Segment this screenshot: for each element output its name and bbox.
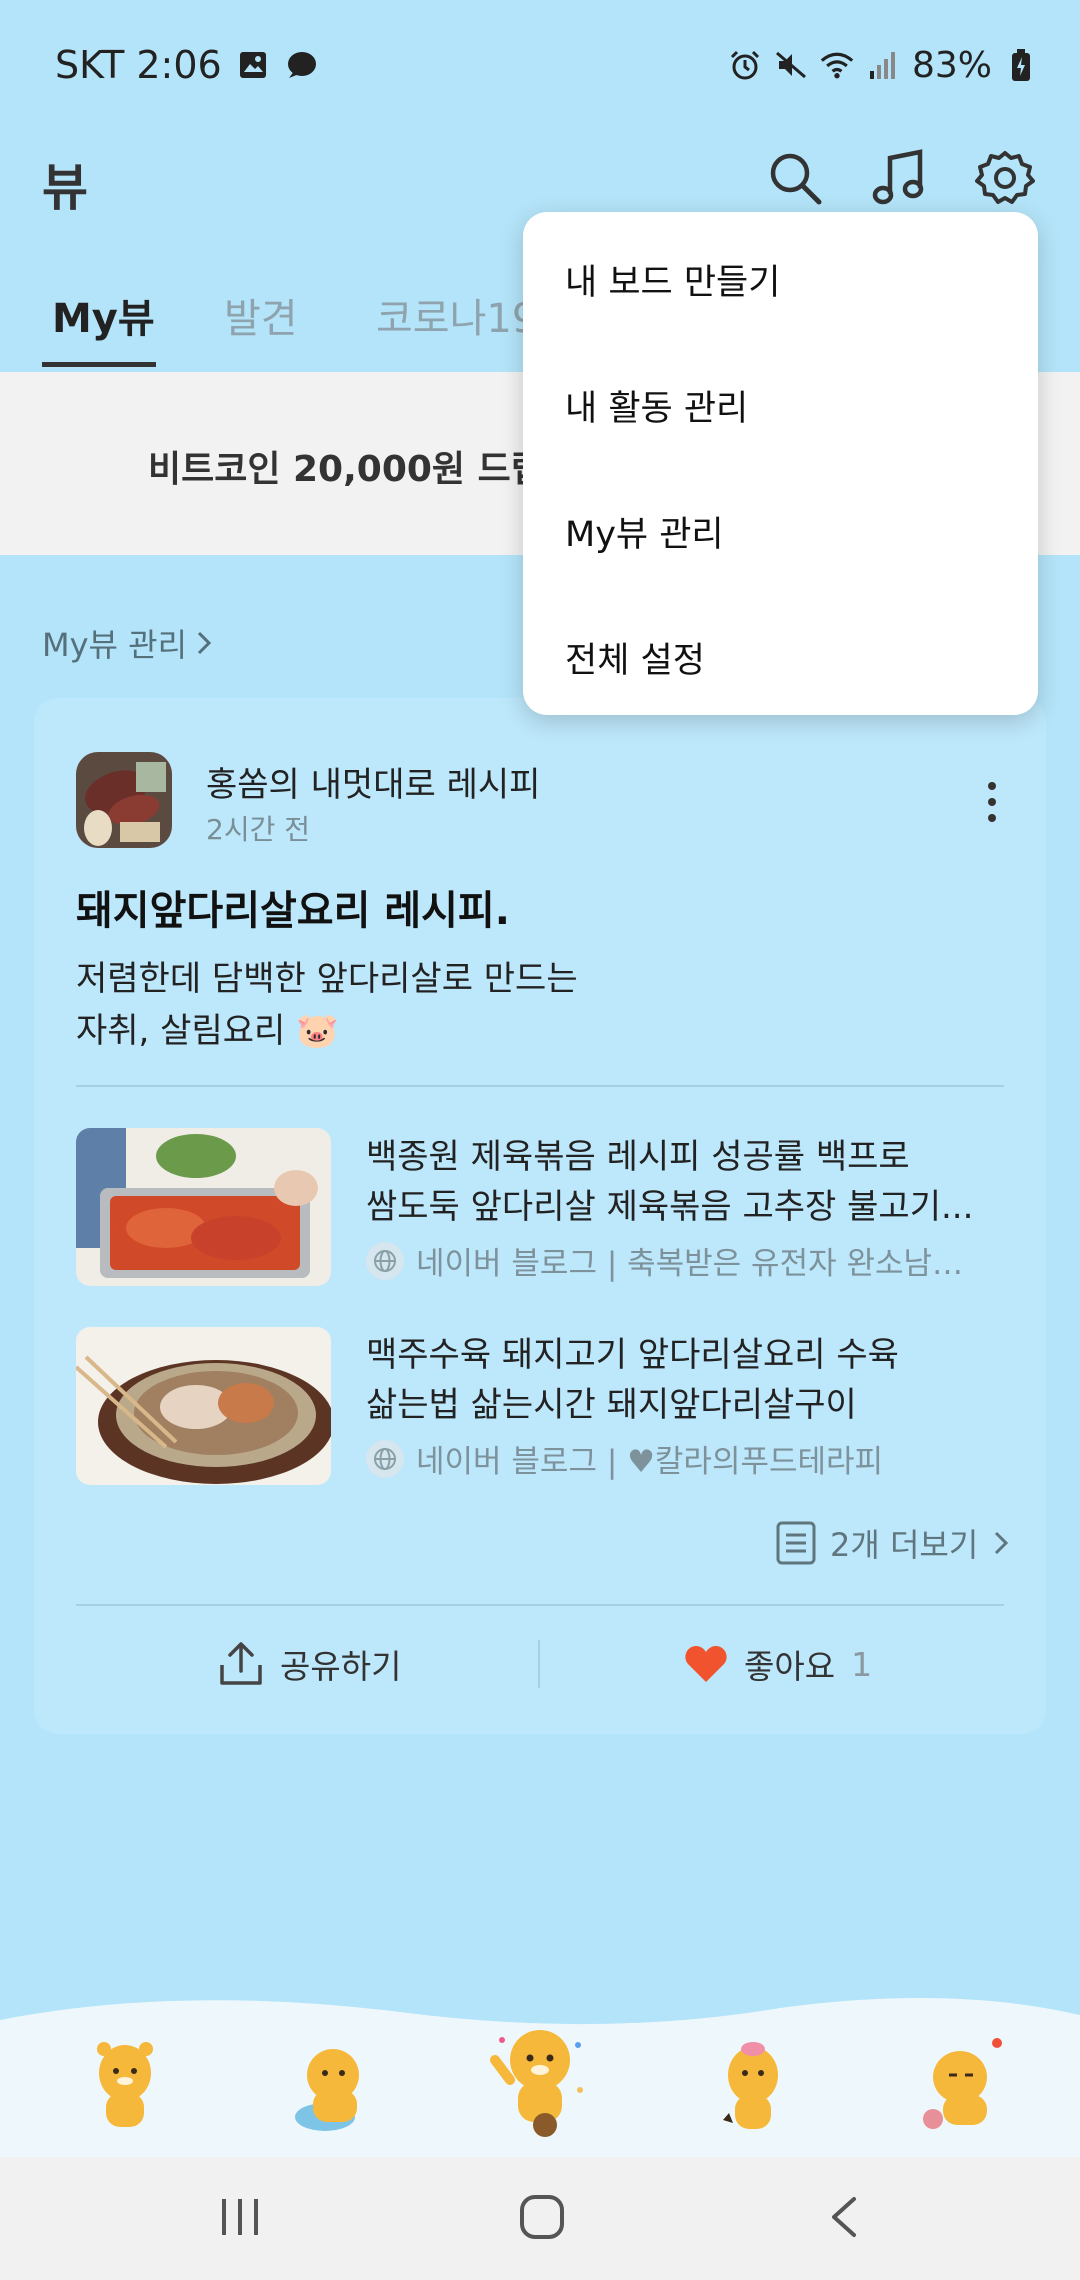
settings-icon[interactable] <box>975 148 1035 208</box>
card-desc-line1: 저렴한데 담백한 앞다리살로 만드는 <box>76 959 578 999</box>
menu-item-create-board[interactable]: 내 보드 만들기 <box>565 254 780 305</box>
chat-bubble-icon <box>284 48 318 82</box>
source-avatar[interactable] <box>76 752 172 848</box>
show-more-link[interactable]: 2개 더보기 <box>776 1520 1010 1566</box>
related-title-1[interactable]: 백종원 제육볶음 레시피 성공률 백프로 쌈도둑 앞다리살 제육볶음 고추장 불… <box>366 1132 1006 1232</box>
share-button[interactable]: 공유하기 <box>218 1640 401 1688</box>
status-left: SKT 2:06 <box>55 40 318 90</box>
back-icon[interactable] <box>826 2195 862 2239</box>
chevron-right-icon <box>197 631 212 655</box>
divider <box>76 1604 1004 1606</box>
battery-icon <box>1004 48 1038 82</box>
related-thumbnail-1[interactable] <box>76 1128 331 1286</box>
globe-icon <box>366 1439 404 1478</box>
mute-icon <box>774 48 808 82</box>
like-count: 1 <box>851 1644 873 1684</box>
related-title-2-line2: 삶는법 삶는시간 돼지앞다리살구이 <box>366 1385 857 1425</box>
character-1[interactable] <box>80 2035 170 2135</box>
related-meta-2-text: 네이버 블로그 | ♥칼라의푸드테라피 <box>416 1444 884 1480</box>
divider <box>76 1085 1004 1087</box>
tab-myview[interactable]: My뷰 <box>52 286 155 344</box>
list-icon <box>776 1521 816 1565</box>
share-icon <box>220 1642 262 1685</box>
menu-item-myview-manage[interactable]: My뷰 관리 <box>565 506 724 557</box>
myview-manage-link[interactable]: My뷰 관리 <box>42 620 213 666</box>
related-meta-2: 네이버 블로그 | ♥칼라의푸드테라피 <box>366 1436 986 1481</box>
related-title-2[interactable]: 맥주수육 돼지고기 앞다리살요리 수육 삶는법 삶는시간 돼지앞다리살구이 <box>366 1330 1006 1430</box>
system-nav-bar <box>0 2157 1080 2280</box>
signal-icon <box>866 48 900 82</box>
chevron-right-icon <box>995 1531 1009 1555</box>
wifi-icon <box>820 48 854 82</box>
search-icon[interactable] <box>765 148 825 208</box>
tab-indicator <box>42 362 156 367</box>
recent-apps-icon[interactable] <box>218 2195 262 2239</box>
show-more-label: 2개 더보기 <box>830 1526 979 1564</box>
status-right: 83% <box>728 40 1038 90</box>
related-title-1-line2: 쌈도둑 앞다리살 제육볶음 고추장 불고기... <box>366 1187 974 1227</box>
menu-item-settings[interactable]: 전체 설정 <box>565 632 705 683</box>
card-source-name[interactable]: 홍쏨의 내멋대로 레시피 <box>206 757 540 806</box>
related-title-2-line1: 맥주수육 돼지고기 앞다리살요리 수육 <box>366 1335 899 1375</box>
myview-manage-label: My뷰 관리 <box>42 626 188 664</box>
related-meta-1: 네이버 블로그 | 축복받은 유전자 완소남매... <box>366 1238 986 1283</box>
kebab-icon[interactable] <box>982 780 1002 824</box>
card-title[interactable]: 돼지앞다리살요리 레시피. <box>76 878 510 936</box>
globe-icon <box>366 1241 404 1280</box>
menu-item-activity[interactable]: 내 활동 관리 <box>565 380 748 431</box>
banner-text: 비트코인 20,000원 드립 <box>148 449 544 490</box>
divider <box>538 1640 540 1688</box>
character-2[interactable] <box>285 2035 375 2135</box>
card-description[interactable]: 저렴한데 담백한 앞다리살로 만드는 자취, 살림요리 🐷 <box>76 953 896 1057</box>
app-title: 뷰 <box>42 159 88 217</box>
related-thumbnail-2[interactable] <box>76 1327 331 1485</box>
character-3-center[interactable] <box>490 2020 590 2140</box>
like-label: 좋아요 <box>744 1647 836 1686</box>
tab-discover[interactable]: 발견 <box>224 286 298 344</box>
battery-percent: 83% <box>911 44 992 86</box>
like-button[interactable]: 좋아요 1 <box>684 1640 872 1688</box>
tab-corona19[interactable]: 코로나19 <box>376 286 537 344</box>
carrier-time: SKT 2:06 <box>55 43 222 87</box>
music-icon[interactable] <box>870 148 930 208</box>
share-label: 공유하기 <box>280 1647 402 1686</box>
card-desc-line2: 자취, 살림요리 🐷 <box>76 1011 339 1051</box>
alarm-icon <box>728 48 762 82</box>
heart-icon <box>685 1646 727 1682</box>
related-title-1-line1: 백종원 제육볶음 레시피 성공률 백프로 <box>366 1137 910 1177</box>
image-icon <box>236 48 270 82</box>
character-4[interactable] <box>705 2035 795 2135</box>
character-5[interactable] <box>915 2035 1005 2135</box>
related-meta-1-text: 네이버 블로그 | 축복받은 유전자 완소남매... <box>416 1246 986 1282</box>
home-icon[interactable] <box>518 2193 566 2241</box>
overflow-menu: 내 보드 만들기 내 활동 관리 My뷰 관리 전체 설정 <box>523 212 1038 715</box>
card-timestamp: 2시간 전 <box>206 813 310 846</box>
